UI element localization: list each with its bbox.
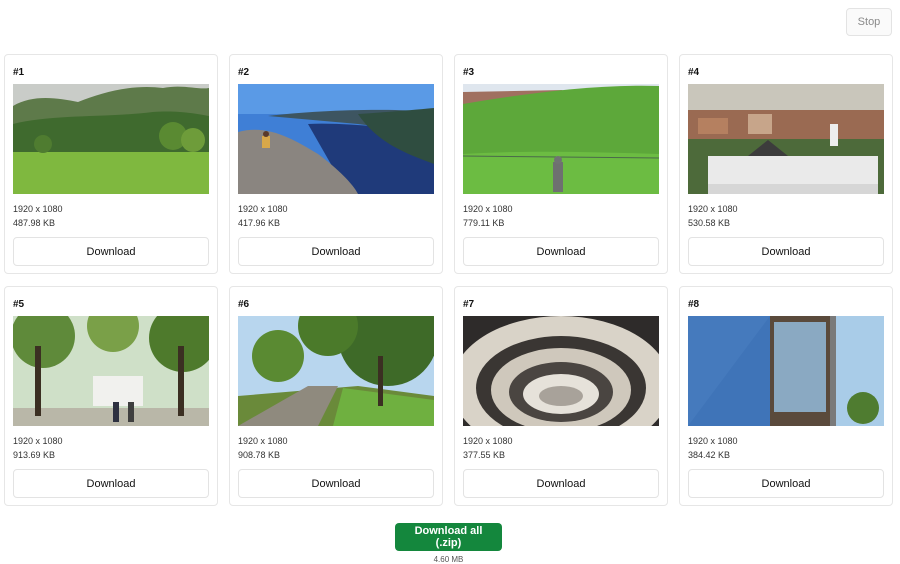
image-index: #7 xyxy=(463,299,475,310)
image-thumbnail xyxy=(13,316,209,426)
image-thumbnail xyxy=(238,84,434,194)
download-button[interactable]: Download xyxy=(463,237,659,266)
image-index: #8 xyxy=(688,299,700,310)
image-card: #3 1920 x 1080 779.11 KB Download xyxy=(454,54,668,274)
image-thumbnail xyxy=(688,84,884,194)
image-thumbnail xyxy=(463,316,659,426)
download-button[interactable]: Download xyxy=(688,237,884,266)
download-button[interactable]: Download xyxy=(13,237,209,266)
image-dimensions: 1920 x 1080 xyxy=(13,204,63,214)
image-file-size: 908.78 KB xyxy=(238,450,281,460)
image-file-size: 377.55 KB xyxy=(463,450,506,460)
image-card: #1 1920 x 1080 487.98 KB Download xyxy=(4,54,218,274)
image-dimensions: 1920 x 1080 xyxy=(238,436,288,446)
image-thumbnail xyxy=(13,84,209,194)
image-file-size: 487.98 KB xyxy=(13,218,56,228)
image-thumbnail xyxy=(238,316,434,426)
image-file-size: 913.69 KB xyxy=(13,450,56,460)
download-button[interactable]: Download xyxy=(13,469,209,498)
image-index: #3 xyxy=(463,67,475,78)
image-index: #2 xyxy=(238,67,250,78)
image-dimensions: 1920 x 1080 xyxy=(688,204,738,214)
image-card: #2 1920 x 1080 417.96 KB Download xyxy=(229,54,443,274)
image-card: #6 1920 x 1080 908.78 KB Download xyxy=(229,286,443,506)
image-file-size: 779.11 KB xyxy=(463,218,505,228)
image-file-size: 530.58 KB xyxy=(688,218,731,228)
download-button[interactable]: Download xyxy=(238,469,434,498)
image-index: #4 xyxy=(688,67,700,78)
image-dimensions: 1920 x 1080 xyxy=(463,204,513,214)
download-button[interactable]: Download xyxy=(463,469,659,498)
image-grid: #1 1920 x 1080 487.98 KB Download #2 192… xyxy=(4,54,893,506)
image-thumbnail xyxy=(688,316,884,426)
image-file-size: 417.96 KB xyxy=(238,218,281,228)
download-button[interactable]: Download xyxy=(238,237,434,266)
image-card: #8 1920 x 1080 384.42 KB Download xyxy=(679,286,893,506)
image-index: #1 xyxy=(13,67,25,78)
download-button[interactable]: Download xyxy=(688,469,884,498)
image-card: #7 1920 x 1080 377.55 KB Download xyxy=(454,286,668,506)
image-card: #5 1920 x 1080 913.69 KB Download xyxy=(4,286,218,506)
image-thumbnail xyxy=(463,84,659,194)
image-dimensions: 1920 x 1080 xyxy=(463,436,513,446)
image-card: #4 1920 x 1080 530.58 KB Download xyxy=(679,54,893,274)
download-all-zip-button[interactable]: Download all (.zip) xyxy=(395,523,502,551)
image-file-size: 384.42 KB xyxy=(688,450,731,460)
image-index: #5 xyxy=(13,299,25,310)
image-dimensions: 1920 x 1080 xyxy=(688,436,738,446)
image-index: #6 xyxy=(238,299,250,310)
image-dimensions: 1920 x 1080 xyxy=(13,436,63,446)
stop-button[interactable]: Stop xyxy=(846,8,892,36)
image-dimensions: 1920 x 1080 xyxy=(238,204,288,214)
